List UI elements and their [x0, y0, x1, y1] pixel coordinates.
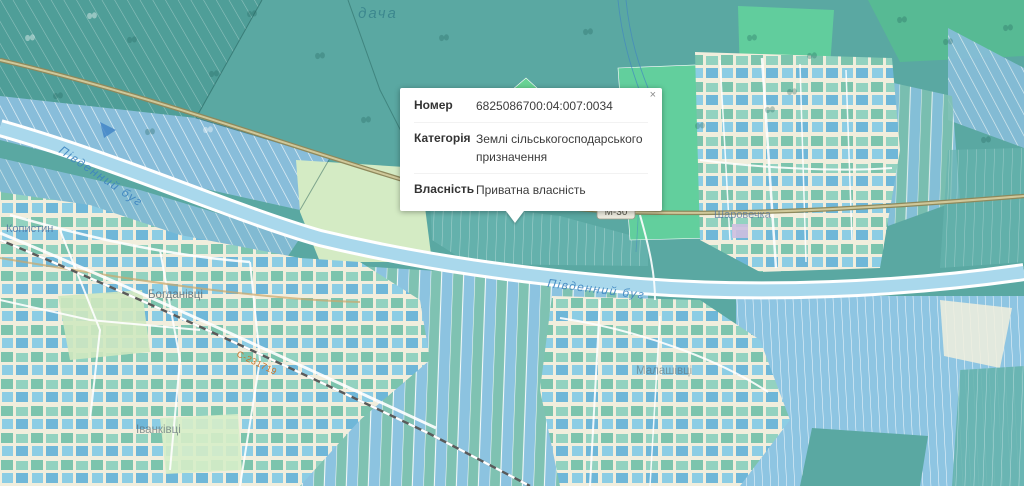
parcel-info-popup: × Номер 6825086700:04:007:0034 Категорія…: [400, 88, 662, 211]
village-label-ivankivtsi: Іванківці: [136, 424, 181, 436]
map-canvas[interactable]: дача Південний буг Південний буг Кописти…: [0, 0, 1024, 486]
field-value-number: 6825086700:04:007:0034: [476, 98, 648, 115]
field-label-ownership: Власність: [414, 182, 476, 199]
field-value-ownership: Приватна власність: [476, 182, 648, 199]
popup-row-number: Номер 6825086700:04:007:0034: [414, 90, 648, 122]
field-label-number: Номер: [414, 98, 476, 115]
field-value-category: Землі сільськогосподарського призначення: [476, 131, 648, 166]
village-label-malashivtsi: Малашівці: [636, 365, 692, 377]
popup-row-ownership: Власність Приватна власність: [414, 173, 648, 206]
village-label-bohdanivtsi: Богданівці: [148, 289, 203, 301]
cadastral-map-viewport[interactable]: дача Південний буг Південний буг Кописти…: [0, 0, 1024, 486]
village-label-sharovechka: Шаровечка: [714, 209, 772, 221]
field-label-category: Категорія: [414, 131, 476, 166]
popup-tail-pointer: [506, 211, 524, 223]
popup-row-category: Категорія Землі сільськогосподарського п…: [414, 122, 648, 173]
forest-label: дача: [358, 5, 398, 22]
village-label-kopystyn: Копистин: [6, 223, 53, 235]
close-icon[interactable]: ×: [650, 90, 656, 101]
